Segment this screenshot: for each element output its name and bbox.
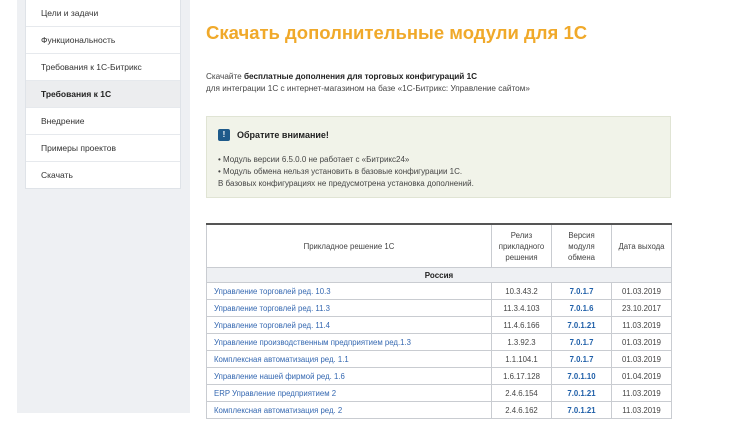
version-link[interactable]: 7.0.1.7 xyxy=(551,282,612,300)
solution-link[interactable]: Управление торговлей ред. 11.3 xyxy=(206,299,492,317)
solution-link[interactable]: Управление производственным предприятием… xyxy=(206,333,492,351)
sidebar-item-bitrix-requirements[interactable]: Требования к 1С-Битрикс xyxy=(26,53,180,80)
header-release: Релиз прикладного решения xyxy=(491,223,552,268)
exclamation-icon: ! xyxy=(218,129,230,141)
date-cell: 01.03.2019 xyxy=(611,282,672,300)
release-cell: 10.3.43.2 xyxy=(491,282,552,300)
modules-table: Прикладное решение 1С Релиз прикладного … xyxy=(206,223,672,419)
intro-text: Скачайте бесплатные дополнения для торго… xyxy=(206,71,530,95)
group-russia: Россия xyxy=(206,267,672,283)
sidebar-item-implementation[interactable]: Внедрение xyxy=(26,107,180,134)
solution-link[interactable]: Управление торговлей ред. 10.3 xyxy=(206,282,492,300)
table-row: ERP Управление предприятием 2 2.4.6.154 … xyxy=(206,384,672,402)
version-link[interactable]: 7.0.1.7 xyxy=(551,350,612,368)
version-link[interactable]: 7.0.1.21 xyxy=(551,401,612,419)
release-cell: 11.3.4.103 xyxy=(491,299,552,317)
release-cell: 2.4.6.162 xyxy=(491,401,552,419)
release-cell: 1.6.17.128 xyxy=(491,367,552,385)
date-cell: 23.10.2017 xyxy=(611,299,672,317)
version-link[interactable]: 7.0.1.10 xyxy=(551,367,612,385)
table-row: Управление производственным предприятием… xyxy=(206,333,672,351)
page-title: Скачать дополнительные модули для 1С xyxy=(206,22,588,43)
release-cell: 11.4.6.166 xyxy=(491,316,552,334)
table-row: Управление торговлей ред. 10.3 10.3.43.2… xyxy=(206,282,672,300)
intro-bold: бесплатные дополнения для торговых конфи… xyxy=(243,72,478,81)
solution-link[interactable]: Комплексная автоматизация ред. 1.1 xyxy=(206,350,492,368)
table-row: Управление торговлей ред. 11.4 11.4.6.16… xyxy=(206,316,672,334)
header-date: Дата выхода xyxy=(611,223,672,268)
date-cell: 01.03.2019 xyxy=(611,350,672,368)
sidebar-item-1c-requirements[interactable]: Требования к 1С xyxy=(26,80,180,107)
notice-line: • Модуль версии 6.5.0.0 не работает с «Б… xyxy=(218,155,410,164)
date-cell: 11.03.2019 xyxy=(611,384,672,402)
sidebar-item-examples[interactable]: Примеры проектов xyxy=(26,134,180,161)
table-row: Комплексная автоматизация ред. 2 2.4.6.1… xyxy=(206,401,672,419)
version-link[interactable]: 7.0.1.7 xyxy=(551,333,612,351)
date-cell: 01.03.2019 xyxy=(611,333,672,351)
notice-line: В базовых конфигурациях не предусмотрена… xyxy=(218,179,474,188)
solution-link[interactable]: Управление нашей фирмой ред. 1.6 xyxy=(206,367,492,385)
intro-line2: для интеграции 1С с интернет-магазином н… xyxy=(206,84,530,93)
header-solution: Прикладное решение 1С xyxy=(206,223,492,268)
notice-line: • Модуль обмена нельзя установить в базо… xyxy=(218,167,463,176)
notice-box: ! Обратите внимание! • Модуль версии 6.5… xyxy=(206,116,671,198)
sidebar-item-goals[interactable]: Цели и задачи xyxy=(26,0,180,26)
sidebar-item-download[interactable]: Скачать xyxy=(26,161,180,188)
solution-link[interactable]: Управление торговлей ред. 11.4 xyxy=(206,316,492,334)
sidebar-item-functionality[interactable]: Функциональность xyxy=(26,26,180,53)
version-link[interactable]: 7.0.1.6 xyxy=(551,299,612,317)
table-row: Управление торговлей ред. 11.3 11.3.4.10… xyxy=(206,299,672,317)
date-cell: 11.03.2019 xyxy=(611,401,672,419)
date-cell: 11.03.2019 xyxy=(611,316,672,334)
release-cell: 1.3.92.3 xyxy=(491,333,552,351)
intro-prefix: Скачайте xyxy=(206,72,244,81)
release-cell: 1.1.104.1 xyxy=(491,350,552,368)
version-link[interactable]: 7.0.1.21 xyxy=(551,384,612,402)
table-row: Комплексная автоматизация ред. 1.1 1.1.1… xyxy=(206,350,672,368)
table-row: Управление нашей фирмой ред. 1.6 1.6.17.… xyxy=(206,367,672,385)
notice-title: Обратите внимание! xyxy=(237,130,329,140)
release-cell: 2.4.6.154 xyxy=(491,384,552,402)
header-version: Версия модуля обмена xyxy=(551,223,612,268)
sidebar-nav: Цели и задачи Функциональность Требовани… xyxy=(25,0,181,189)
date-cell: 01.04.2019 xyxy=(611,367,672,385)
solution-link[interactable]: ERP Управление предприятием 2 xyxy=(206,384,492,402)
solution-link[interactable]: Комплексная автоматизация ред. 2 xyxy=(206,401,492,419)
version-link[interactable]: 7.0.1.21 xyxy=(551,316,612,334)
